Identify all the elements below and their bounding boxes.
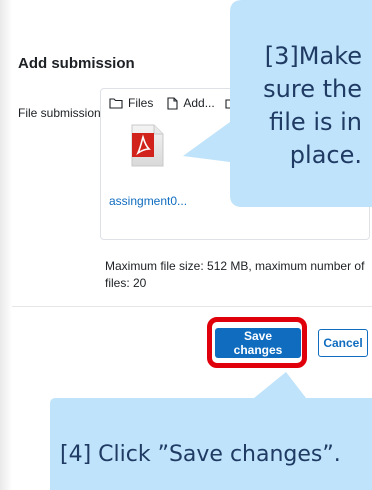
add-file-label: Add... <box>183 96 215 110</box>
folder-icon <box>109 97 123 109</box>
drawer-shadow <box>0 0 12 490</box>
add-file-button[interactable]: Add... <box>167 96 215 110</box>
file-name-link[interactable]: assingment0... <box>109 194 187 208</box>
files-folder-button[interactable]: Files <box>109 96 153 110</box>
file-icon <box>167 96 178 110</box>
file-manager-toolbar: Files Add... <box>109 94 238 112</box>
pdf-file-icon[interactable] <box>130 124 164 173</box>
callout-step3-text: [3]Make sure the file is in place. <box>263 42 362 169</box>
callout-step4-bubble <box>50 372 372 490</box>
divider <box>12 306 372 307</box>
page-title: Add submission <box>18 55 135 72</box>
files-label: Files <box>128 96 154 110</box>
callout-step4-text: [4] Click ”Save changes”. <box>60 442 341 467</box>
save-changes-button[interactable]: Save changes <box>215 328 301 358</box>
file-submissions-label: File submissions <box>18 106 107 120</box>
cancel-button[interactable]: Cancel <box>318 329 368 357</box>
max-file-size-note: Maximum file size: 512 MB, maximum numbe… <box>105 259 365 290</box>
